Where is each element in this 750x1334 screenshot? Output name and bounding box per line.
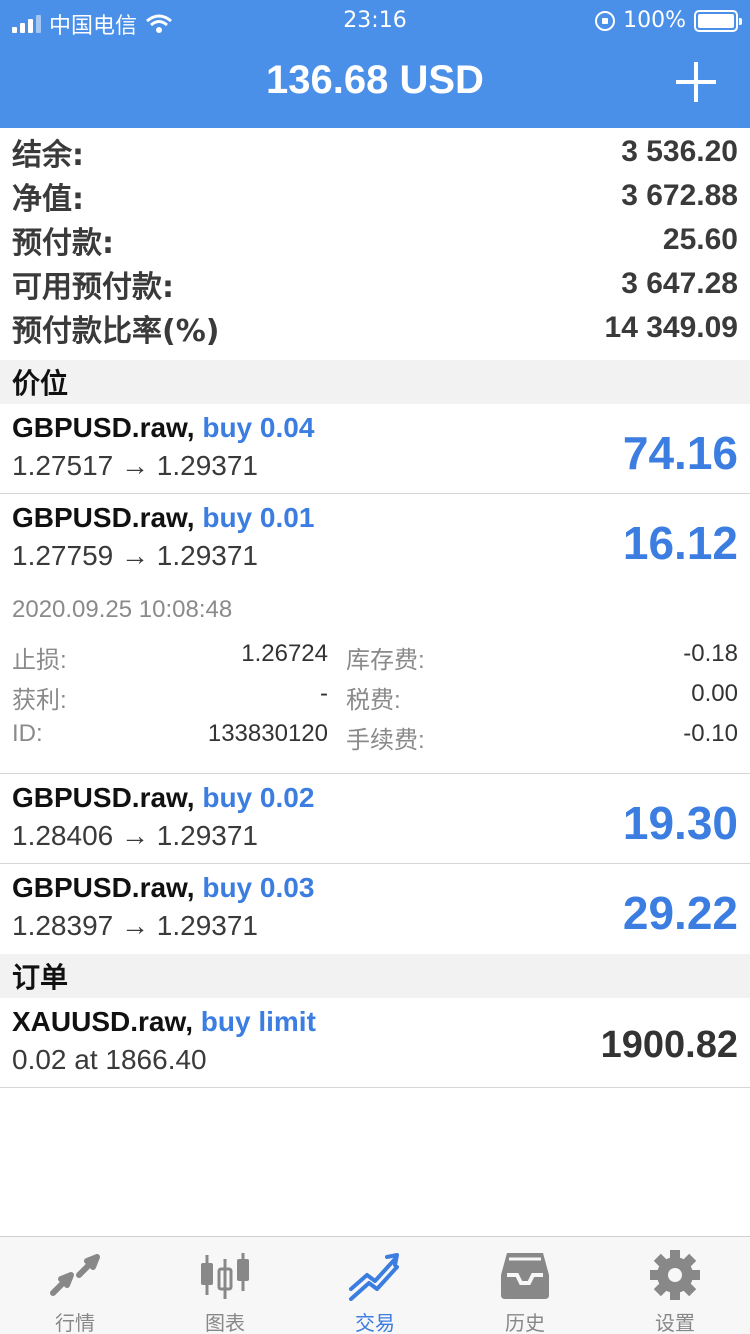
tab-quotes[interactable]: 行情 xyxy=(0,1237,150,1334)
summary-label: 净值: xyxy=(12,182,84,217)
detail-row: 止损: 1.26724 库存费: -0.18 xyxy=(0,640,750,680)
detail-value: 133830120 xyxy=(207,720,328,747)
tab-label: 交易 xyxy=(355,1311,395,1334)
summary-label: 结余: xyxy=(12,138,84,173)
detail-row: ID: 133830120 手续费: -0.10 xyxy=(0,720,750,760)
position-action: buy 0.03 xyxy=(202,872,315,903)
tab-label: 设置 xyxy=(655,1311,695,1334)
position-prices: 1.28397 → 1.29371 xyxy=(12,910,258,941)
tab-trade[interactable]: 交易 xyxy=(300,1237,450,1334)
summary-value: 25.60 xyxy=(662,223,738,256)
summary-row-equity: 净值: 3 672.88 xyxy=(0,174,750,218)
order-row[interactable]: XAUUSD.raw, buy limit 0.02 at 1866.40 19… xyxy=(0,998,750,1088)
summary-value: 3 536.20 xyxy=(621,135,738,168)
history-icon xyxy=(501,1253,549,1299)
summary-label: 可用预付款: xyxy=(12,270,174,305)
detail-value: -0.10 xyxy=(683,720,738,747)
detail-label: 手续费: xyxy=(346,727,425,754)
position-prices: 1.27759 → 1.29371 xyxy=(12,540,258,571)
summary-row-free-margin: 可用预付款: 3 647.28 xyxy=(0,262,750,306)
tab-label: 图表 xyxy=(205,1311,245,1334)
trade-icon xyxy=(349,1253,399,1301)
battery-percent: 100% xyxy=(623,8,686,33)
position-symbol: GBPUSD.raw, xyxy=(12,782,195,813)
settings-icon xyxy=(650,1250,700,1300)
tab-label: 行情 xyxy=(55,1311,95,1334)
summary-value: 3 647.28 xyxy=(621,267,738,300)
detail-value: -0.18 xyxy=(683,640,738,667)
detail-value: 1.26724 xyxy=(241,640,328,667)
position-profit: 16.12 xyxy=(622,517,738,569)
rotation-lock-icon xyxy=(595,10,616,31)
status-bar: 中国电信 23:16 100% xyxy=(0,0,750,40)
detail-label: 止损: xyxy=(12,647,67,674)
position-details: 2020.09.25 10:08:48 止损: 1.26724 库存费: -0.… xyxy=(0,584,750,774)
position-profit: 19.30 xyxy=(622,797,738,849)
order-current-price: 1900.82 xyxy=(600,1024,738,1066)
position-symbol: GBPUSD.raw, xyxy=(12,502,195,533)
summary-label: 预付款: xyxy=(12,226,114,261)
position-prices: 1.27517 → 1.29371 xyxy=(12,450,258,481)
tab-bar: 行情 图表 交易 历史 设置 xyxy=(0,1236,750,1334)
detail-label: 税费: xyxy=(346,687,401,714)
summary-row-margin-level: 预付款比率(%) 14 349.09 xyxy=(0,306,750,350)
position-prices: 1.28406 → 1.29371 xyxy=(12,820,258,851)
position-action: buy 0.02 xyxy=(202,782,315,813)
tab-label: 历史 xyxy=(505,1311,545,1334)
position-action: buy 0.04 xyxy=(202,412,315,443)
orders-section-header: 订单 xyxy=(0,954,750,998)
position-row[interactable]: GBPUSD.raw, buy 0.03 1.28397 → 1.29371 2… xyxy=(0,864,750,954)
add-order-button[interactable] xyxy=(676,62,716,102)
tab-settings[interactable]: 设置 xyxy=(600,1237,750,1334)
position-symbol: GBPUSD.raw, xyxy=(12,412,195,443)
summary-value: 14 349.09 xyxy=(604,311,738,344)
tab-history[interactable]: 历史 xyxy=(450,1237,600,1334)
position-profit: 74.16 xyxy=(622,427,738,479)
chart-icon xyxy=(201,1253,249,1299)
battery-icon xyxy=(694,9,742,32)
detail-value: - xyxy=(320,680,328,707)
position-action: buy 0.01 xyxy=(202,502,315,533)
position-symbol: GBPUSD.raw, xyxy=(12,872,195,903)
detail-label: ID: xyxy=(12,720,43,747)
tab-chart[interactable]: 图表 xyxy=(150,1237,300,1334)
summary-value: 3 672.88 xyxy=(621,179,738,212)
summary-row-margin: 预付款: 25.60 xyxy=(0,218,750,262)
account-summary: 结余: 3 536.20 净值: 3 672.88 预付款: 25.60 可用预付款:… xyxy=(0,130,750,350)
position-row[interactable]: GBPUSD.raw, buy 0.04 1.27517 → 1.29371 7… xyxy=(0,404,750,494)
page-title: 136.68 USD xyxy=(266,58,484,102)
order-symbol: XAUUSD.raw, xyxy=(12,1006,194,1037)
position-row[interactable]: GBPUSD.raw, buy 0.02 1.28406 → 1.29371 1… xyxy=(0,774,750,864)
positions-section-header: 价位 xyxy=(0,360,750,404)
quotes-icon xyxy=(50,1254,100,1296)
order-action: buy limit xyxy=(200,1006,316,1037)
detail-label: 库存费: xyxy=(346,647,425,674)
position-row-expanded[interactable]: GBPUSD.raw, buy 0.01 1.27759 → 1.29371 1… xyxy=(0,494,750,584)
order-volume-price: 0.02 at 1866.40 xyxy=(12,1044,207,1075)
summary-row-balance: 结余: 3 536.20 xyxy=(0,130,750,174)
position-open-time: 2020.09.25 10:08:48 xyxy=(12,596,233,623)
position-profit: 29.22 xyxy=(622,887,738,939)
detail-value: 0.00 xyxy=(691,680,738,707)
summary-label: 预付款比率(%) xyxy=(12,314,220,349)
detail-row: 获利: - 税费: 0.00 xyxy=(0,680,750,720)
header: 中国电信 23:16 100% 136.68 USD xyxy=(0,0,750,128)
detail-label: 获利: xyxy=(12,687,67,714)
